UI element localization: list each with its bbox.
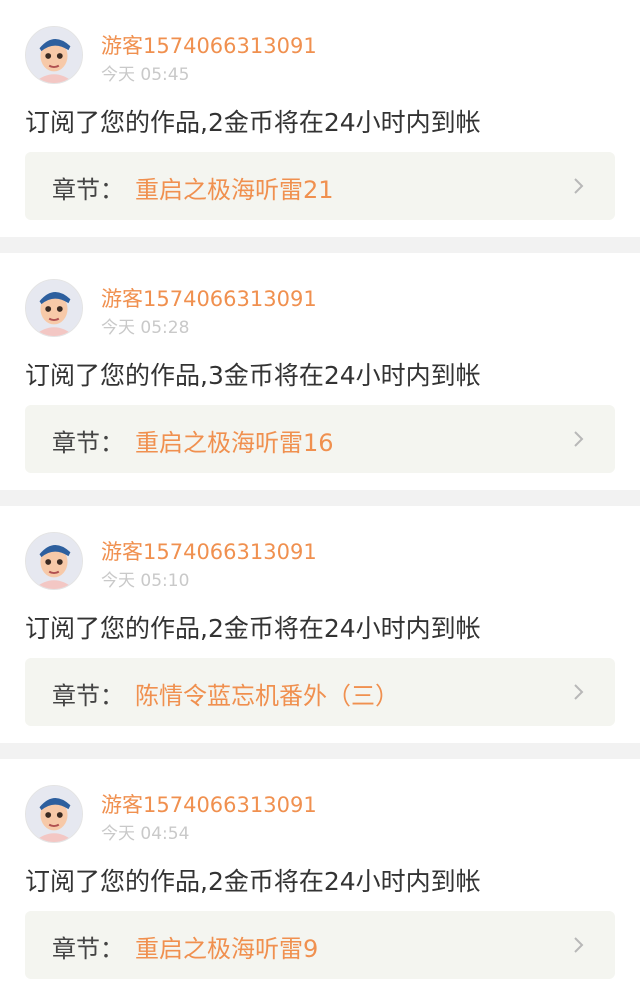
notification-message: 订阅了您的作品,2金币将在24小时内到帐 [25,108,481,137]
chevron-right-icon [574,684,584,700]
chevron-right-icon [574,937,584,953]
chevron-right-icon [574,431,584,447]
notification-header: 游客1574066313091 今天 05:28 [25,279,615,339]
chapter-title: 重启之极海听雷21 [135,176,334,204]
notification-message: 订阅了您的作品,2金币将在24小时内到帐 [25,614,481,643]
chevron-right-icon [574,178,584,194]
avatar[interactable] [25,279,83,337]
notification-card: 游客1574066313091 今天 05:10 订阅了您的作品,2金币将在24… [0,506,640,743]
notification-message: 订阅了您的作品,3金币将在24小时内到帐 [25,361,481,390]
chapter-prefix: 章节： [52,935,124,963]
notification-header: 游客1574066313091 今天 04:54 [25,785,615,845]
chapter-prefix: 章节： [52,429,124,457]
chapter-link[interactable]: 章节： 重启之极海听雷16 [25,405,615,473]
timestamp: 今天 05:28 [101,318,190,338]
notification-message: 订阅了您的作品,2金币将在24小时内到帐 [25,867,481,896]
notification-feed: 游客1574066313091 今天 05:45 订阅了您的作品,2金币将在24… [0,0,640,996]
notification-card: 游客1574066313091 今天 05:28 订阅了您的作品,3金币将在24… [0,253,640,490]
chapter-link[interactable]: 章节： 陈情令蓝忘机番外（三） [25,658,615,726]
username[interactable]: 游客1574066313091 [101,536,317,566]
username[interactable]: 游客1574066313091 [101,283,317,313]
chapter-title: 陈情令蓝忘机番外（三） [135,682,399,710]
avatar[interactable] [25,532,83,590]
notification-card: 游客1574066313091 今天 04:54 订阅了您的作品,2金币将在24… [0,759,640,996]
cartoon-boy-avatar-icon [26,533,82,589]
username[interactable]: 游客1574066313091 [101,30,317,60]
timestamp: 今天 05:10 [101,571,190,591]
chapter-title: 重启之极海听雷9 [135,935,319,963]
notification-header: 游客1574066313091 今天 05:10 [25,532,615,592]
chapter-link[interactable]: 章节： 重启之极海听雷21 [25,152,615,220]
chapter-title: 重启之极海听雷16 [135,429,334,457]
cartoon-boy-avatar-icon [26,786,82,842]
chapter-prefix: 章节： [52,682,124,710]
cartoon-boy-avatar-icon [26,280,82,336]
cartoon-boy-avatar-icon [26,27,82,83]
username[interactable]: 游客1574066313091 [101,789,317,819]
chapter-prefix: 章节： [52,176,124,204]
notification-header: 游客1574066313091 今天 05:45 [25,26,615,86]
timestamp: 今天 04:54 [101,824,190,844]
timestamp: 今天 05:45 [101,65,190,85]
avatar[interactable] [25,26,83,84]
notification-card: 游客1574066313091 今天 05:45 订阅了您的作品,2金币将在24… [0,0,640,237]
avatar[interactable] [25,785,83,843]
